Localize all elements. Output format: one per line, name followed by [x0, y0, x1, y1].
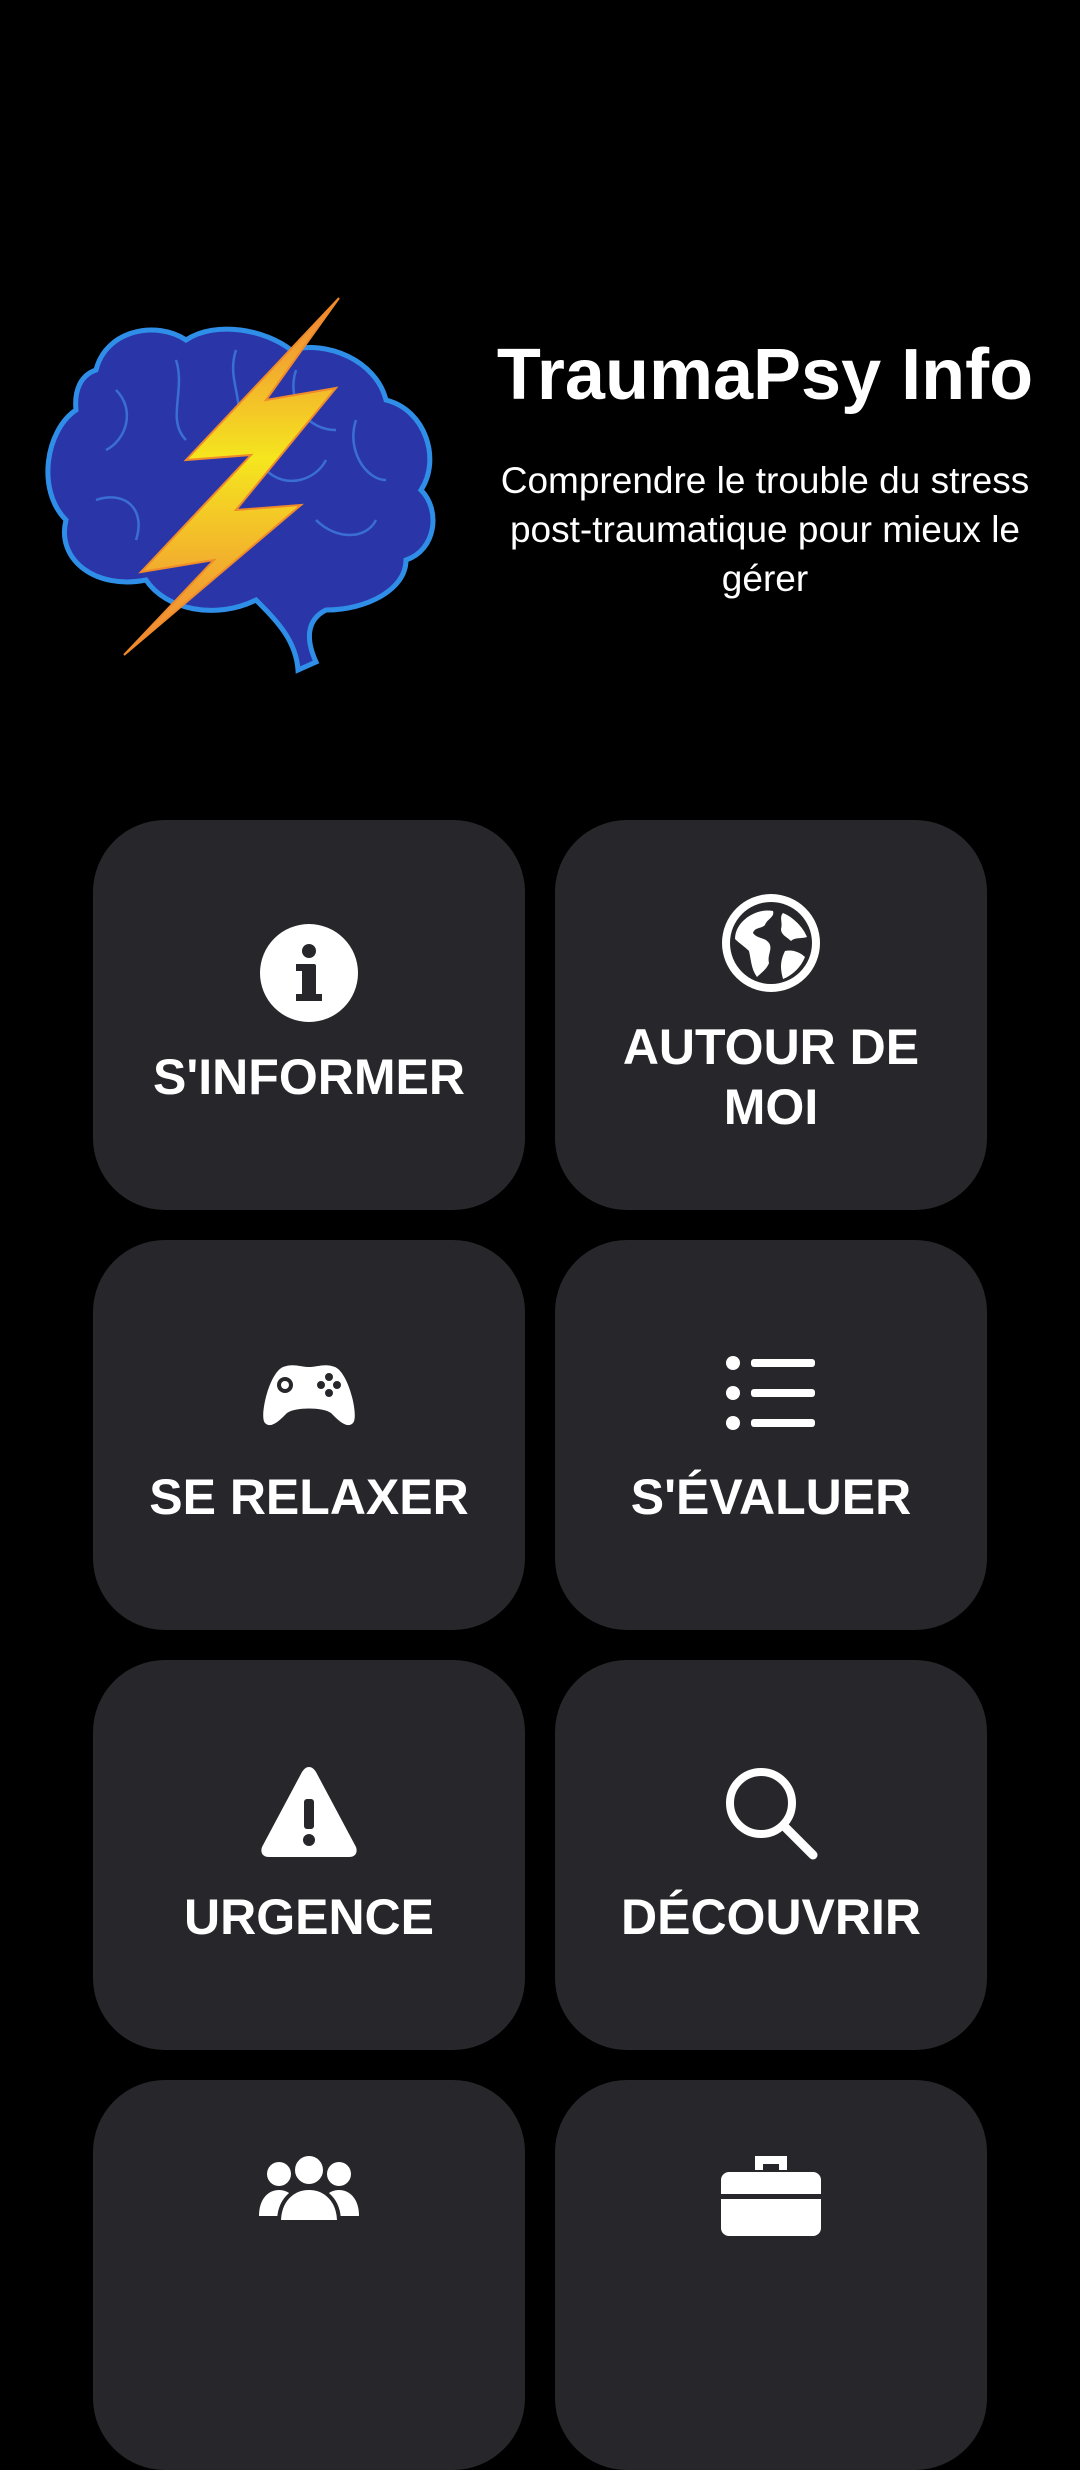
app-title: TraumaPsy Info — [496, 335, 1034, 415]
info-icon — [259, 923, 359, 1023]
app-header: TraumaPsy Info Comprendre le trouble du … — [0, 0, 1080, 760]
globe-icon — [721, 893, 821, 993]
gamepad-icon — [259, 1343, 359, 1443]
tile-urgence[interactable]: URGENCE — [93, 1660, 525, 2050]
tile-toolbox[interactable] — [555, 2080, 987, 2470]
brain-lightning-logo — [36, 290, 446, 680]
tile-label: DÉCOUVRIR — [620, 1889, 922, 1945]
tile-group[interactable] — [93, 2080, 525, 2470]
tile-autour-de-moi[interactable]: AUTOUR DE MOI — [555, 820, 987, 1210]
tile-label: SE RELAXER — [149, 1469, 469, 1525]
app-subtitle: Comprendre le trouble du stress post-tra… — [500, 460, 1030, 599]
group-icon — [259, 2142, 359, 2242]
tile-label: S'INFORMER — [153, 1049, 465, 1105]
tile-se-relaxer[interactable]: SE RELAXER — [93, 1240, 525, 1630]
search-icon — [721, 1763, 821, 1863]
tile-label: AUTOUR DE MOI — [622, 1019, 920, 1135]
tile-decouvrir[interactable]: DÉCOUVRIR — [555, 1660, 987, 2050]
tile-s-informer[interactable]: S'INFORMER — [93, 820, 525, 1210]
tile-label: URGENCE — [183, 1889, 435, 1945]
warning-icon — [259, 1763, 359, 1863]
tile-label: S'ÉVALUER — [630, 1469, 912, 1525]
toolbox-icon — [721, 2142, 821, 2242]
list-icon — [721, 1343, 821, 1443]
tile-s-evaluer[interactable]: S'ÉVALUER — [555, 1240, 987, 1630]
